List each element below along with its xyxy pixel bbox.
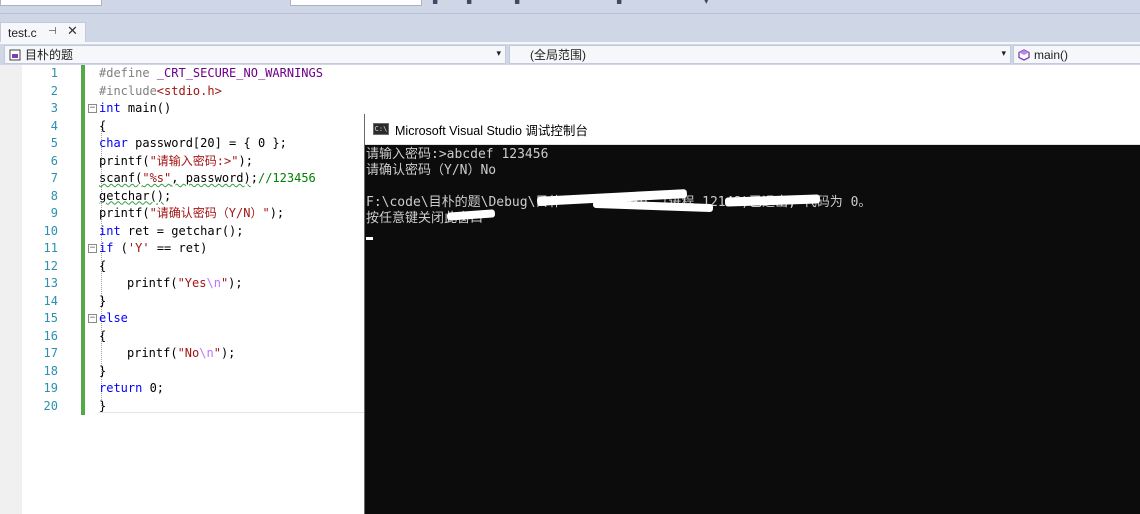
code-line: { [99, 258, 107, 273]
code-line: int ret = getchar(); [99, 223, 244, 238]
chevron-down-icon[interactable]: ▾ [496, 48, 501, 59]
change-marker [81, 65, 85, 83]
project-combo[interactable]: 目朴的题 ▾ [4, 45, 506, 64]
change-marker [81, 310, 85, 328]
code-line: #include<stdio.h> [99, 83, 222, 98]
change-marker [81, 100, 85, 118]
line-number: 11 [43, 241, 58, 255]
toolbar: ▪ ▪ ▪ ▪ ▾ [0, 0, 1140, 14]
change-marker [81, 117, 85, 135]
tab-label: test.c [8, 26, 37, 40]
document-tab-well: test.c ⊣ ✕ [0, 14, 1140, 43]
change-marker [81, 292, 85, 310]
toolbar-combo-2[interactable] [290, 0, 422, 6]
change-marker [81, 82, 85, 100]
member-combo[interactable]: main() [1013, 45, 1140, 64]
code-line: } [99, 363, 107, 378]
change-marker [81, 275, 85, 293]
code-line: else [99, 311, 128, 325]
line-number: 17 [43, 346, 58, 360]
debug-console-window[interactable]: C:\ Microsoft Visual Studio 调试控制台 请输入密码:… [364, 114, 1140, 514]
project-combo-label: 目朴的题 [25, 48, 74, 62]
change-marker [81, 345, 85, 363]
member-combo-label: main() [1034, 47, 1069, 62]
code-line: if ('Y' == ret) [99, 241, 208, 255]
line-number: 1 [50, 66, 58, 80]
function-icon [1018, 48, 1030, 61]
change-marker [81, 205, 85, 223]
project-icon [9, 49, 21, 61]
change-marker [81, 380, 85, 398]
change-marker [81, 135, 85, 153]
line-number: 18 [43, 363, 58, 378]
toolbar-combo-1[interactable] [0, 0, 102, 6]
collapse-icon[interactable]: − [88, 244, 97, 253]
line-number: 20 [43, 398, 58, 413]
change-marker [81, 327, 85, 345]
collapse-icon[interactable]: − [88, 314, 97, 323]
line-number: 14 [43, 293, 58, 308]
line-number: 7 [50, 171, 58, 185]
code-line: char password[20] = { 0 }; [99, 136, 287, 150]
current-line-border [98, 412, 368, 413]
change-marker [81, 240, 85, 258]
line-number: 3 [50, 101, 58, 115]
toolbar-icon[interactable]: ▪ [616, 0, 622, 7]
line-number: 5 [50, 136, 58, 150]
change-marker [81, 362, 85, 380]
code-line: #define _CRT_SECURE_NO_WARNINGS [99, 66, 323, 80]
code-line: { [99, 328, 107, 343]
console-title: Microsoft Visual Studio 调试控制台 [395, 123, 588, 138]
code-line: printf("Yes\n"); [127, 276, 243, 290]
chevron-down-icon[interactable]: ▾ [704, 0, 709, 7]
code-line: printf("请输入密码:>"); [99, 153, 253, 168]
toolbar-icon[interactable]: ▪ [514, 0, 520, 7]
code-line: scanf("%s", password);//123456 [99, 171, 316, 185]
navigation-bar: 目朴的题 ▾ (全局范围) ▾ main() [0, 44, 1140, 65]
scope-combo-label: (全局范围) [530, 48, 586, 62]
code-line: { [99, 118, 107, 133]
change-marker [81, 170, 85, 188]
line-number: 16 [43, 328, 58, 343]
chevron-down-icon[interactable]: ▾ [1001, 48, 1006, 59]
line-number: 9 [50, 206, 58, 220]
line-number: 13 [43, 276, 58, 290]
code-line: printf("No\n"); [127, 346, 236, 360]
change-marker [81, 152, 85, 170]
change-marker [81, 397, 85, 415]
line-number: 4 [50, 118, 58, 133]
console-line: 请确认密码（Y/N）No [366, 163, 497, 178]
line-number: 15 [43, 311, 58, 325]
line-number: 2 [50, 83, 58, 98]
line-number: 6 [50, 153, 58, 168]
toolbar-icon[interactable]: ▪ [432, 0, 438, 7]
scope-combo[interactable]: (全局范围) ▾ [509, 45, 1011, 64]
code-line: getchar(); [99, 188, 172, 203]
line-number: 8 [50, 188, 58, 203]
toolbar-icon[interactable]: ▪ [466, 0, 472, 7]
code-line: printf("请确认密码（Y/N）"); [99, 206, 285, 220]
code-line: int main() [99, 101, 172, 115]
close-icon[interactable]: ✕ [67, 24, 78, 39]
change-marker [81, 187, 85, 205]
console-line: 请输入密码:>abcdef 123456 [366, 147, 549, 162]
console-title-bar[interactable]: C:\ Microsoft Visual Studio 调试控制台 [365, 114, 1140, 145]
line-number: 12 [43, 258, 58, 273]
console-app-icon: C:\ [373, 123, 389, 135]
tab-test-c[interactable]: test.c ⊣ ✕ [0, 22, 86, 43]
collapse-icon[interactable]: − [88, 104, 97, 113]
line-number: 19 [43, 381, 58, 395]
code-line: } [99, 293, 107, 308]
code-line: return 0; [99, 381, 165, 395]
console-cursor [366, 237, 373, 240]
line-number: 10 [43, 223, 58, 238]
change-marker [81, 257, 85, 275]
pin-icon[interactable]: ⊣ [48, 26, 57, 37]
change-marker [81, 222, 85, 240]
